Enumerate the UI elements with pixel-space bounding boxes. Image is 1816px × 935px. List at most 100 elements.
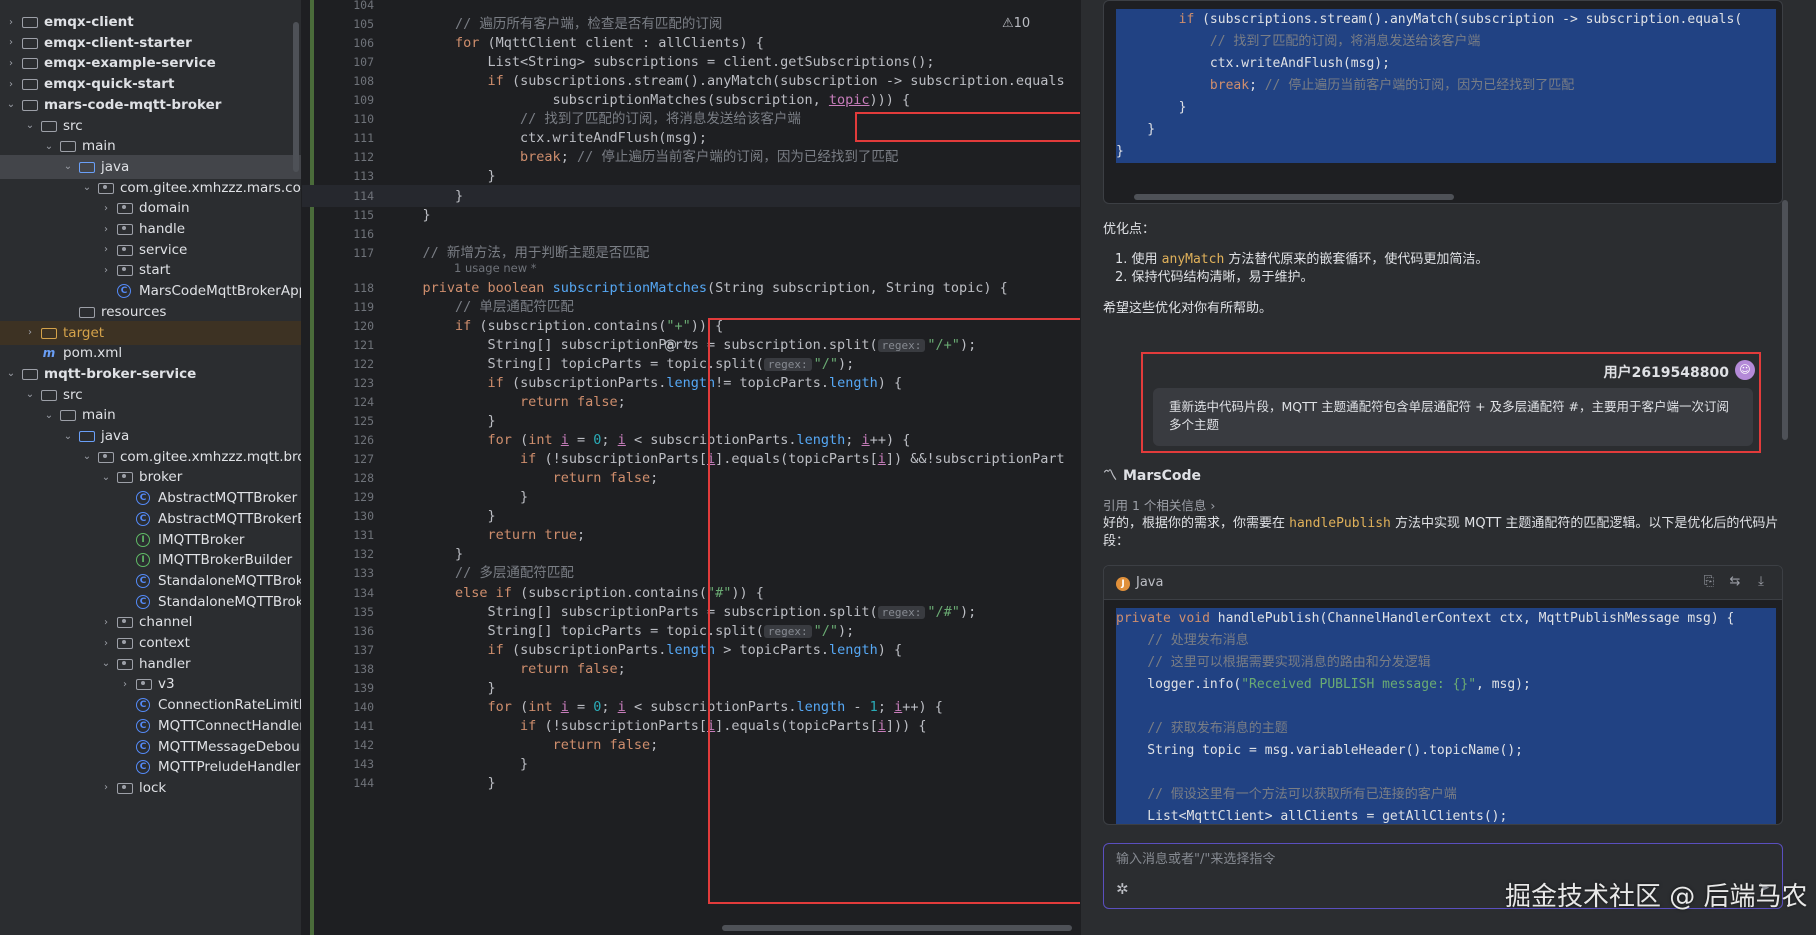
chevron-down-icon[interactable]: ⌄ bbox=[4, 368, 18, 379]
code-line: break; // 停止遍历当前客户端的订阅，因为已经找到了匹配 bbox=[1116, 75, 1776, 97]
insert-icon[interactable]: ⤓ bbox=[1752, 574, 1770, 592]
tree-item-label: com.gitee.xmhzzz.mqtt.broke bbox=[120, 448, 302, 465]
package-icon bbox=[98, 450, 114, 464]
tree-item-label: emqx-client bbox=[44, 14, 134, 30]
reference-info-link[interactable]: 引用 1 个相关信息 › bbox=[1103, 495, 1215, 514]
folder-icon bbox=[79, 429, 95, 443]
class-icon: C bbox=[136, 511, 152, 526]
tree-item-label: mqtt-broker-service bbox=[44, 365, 197, 382]
tree-item-label: MQTTMessageDebounc bbox=[158, 738, 302, 755]
code-line: ctx.writeAndFlush(msg); bbox=[1116, 53, 1776, 75]
folder-icon bbox=[60, 139, 76, 153]
chevron-right-icon[interactable]: › bbox=[118, 679, 132, 690]
package-icon bbox=[117, 615, 133, 629]
class-icon: C bbox=[136, 718, 152, 733]
code-text: // 找到了匹配的订阅，将消息发送给该客户端 bbox=[1209, 34, 1481, 49]
chevron-right-icon[interactable]: › bbox=[4, 17, 18, 28]
code-text: } bbox=[1116, 122, 1156, 137]
folder-icon bbox=[41, 388, 57, 402]
tree-item-label: ConnectionRateLimitHa bbox=[158, 697, 302, 714]
chevron-right-icon[interactable]: › bbox=[99, 782, 113, 793]
chevron-right-icon[interactable]: › bbox=[4, 37, 18, 48]
tree-item-label: main bbox=[82, 138, 116, 155]
chevron-down-icon[interactable]: ⌄ bbox=[4, 99, 18, 110]
tree-item-label: StandaloneMQTTBroker bbox=[158, 572, 302, 589]
tree-item-label: context bbox=[139, 635, 190, 651]
chevron-down-icon[interactable]: ⌄ bbox=[80, 451, 94, 462]
line-number: 117 bbox=[353, 245, 374, 260]
chevron-right-icon[interactable]: › bbox=[4, 58, 18, 69]
chat-scrollbar[interactable] bbox=[1782, 200, 1788, 440]
chevron-down-icon[interactable]: ⌄ bbox=[61, 161, 75, 172]
code-horizontal-scrollbar[interactable] bbox=[1134, 194, 1454, 200]
package-icon bbox=[117, 263, 133, 277]
code-line[interactable]: 117 // 新增方法，用于判断主题是否匹配 bbox=[302, 242, 1080, 264]
code-block-header: J Java ⎘ ⇆ ⤓ bbox=[1104, 566, 1782, 600]
code-language: Java bbox=[1136, 575, 1164, 590]
gutter-icons[interactable]: @ 〃 bbox=[664, 334, 694, 353]
tree-item-label: channel bbox=[139, 614, 193, 631]
package-icon bbox=[117, 657, 133, 671]
user-avatar[interactable]: ☺ bbox=[1735, 360, 1755, 380]
tree-scrollbar[interactable] bbox=[293, 22, 299, 172]
code-line: logger.info("Received PUBLISH message: {… bbox=[1116, 674, 1776, 696]
code-text: // 这里可以根据需要实现消息的路由和分发逻辑 bbox=[1147, 655, 1431, 670]
tree-item-label: emqx-example-service bbox=[44, 55, 216, 72]
chevron-right-icon[interactable]: › bbox=[23, 327, 37, 338]
tree-item-label: emqx-client-starter bbox=[44, 34, 192, 51]
copy-icon[interactable]: ⎘ bbox=[1700, 574, 1718, 592]
chevron-right-icon[interactable]: › bbox=[99, 638, 113, 649]
folder-icon bbox=[22, 367, 38, 381]
code-text: List<MqttClient> allClients = getAllClie… bbox=[1116, 809, 1508, 824]
chevron-right-icon[interactable]: › bbox=[99, 244, 113, 255]
project-tree: › emqx-client › emqx-client-starter › emqx-ex… bbox=[0, 0, 302, 935]
code-line: } bbox=[1116, 97, 1776, 119]
chevron-right-icon[interactable]: › bbox=[99, 224, 113, 235]
chevron-right-icon[interactable]: › bbox=[99, 617, 113, 628]
tree-item-label: emqx-quick-start bbox=[44, 76, 175, 93]
chevron-down-icon[interactable]: ⌄ bbox=[23, 120, 37, 131]
java-icon: J bbox=[1116, 577, 1130, 591]
class-icon: C bbox=[117, 284, 133, 299]
code-line: List<MqttClient> allClients = getAllClie… bbox=[1116, 806, 1776, 824]
answer-code-ref: handlePublish bbox=[1289, 516, 1391, 531]
chat-input[interactable] bbox=[1116, 852, 1756, 867]
code-text: } bbox=[1116, 144, 1124, 159]
package-icon bbox=[117, 222, 133, 236]
folder-icon bbox=[79, 305, 95, 319]
chevron-down-icon[interactable]: ⌄ bbox=[80, 182, 94, 193]
code-line: // 处理发布消息 bbox=[1116, 630, 1776, 652]
sparkle-icon[interactable]: ✲ bbox=[1116, 880, 1129, 898]
diff-icon[interactable]: ⇆ bbox=[1726, 574, 1744, 592]
chevron-down-icon[interactable]: ⌄ bbox=[99, 658, 113, 669]
interface-icon: I bbox=[136, 553, 152, 568]
tree-item-lock[interactable]: › lock bbox=[0, 776, 301, 800]
chevron-down-icon[interactable]: ⌄ bbox=[42, 141, 56, 152]
previous-code-block: if (subscriptions.stream().anyMatch(subs… bbox=[1103, 0, 1783, 204]
code-text: } bbox=[390, 775, 496, 791]
tree-item-label: handler bbox=[139, 655, 191, 672]
code-line: // 这里可以根据需要实现消息的路由和分发逻辑 bbox=[1116, 652, 1776, 674]
code-line: String topic = msg.variableHeader().topi… bbox=[1116, 740, 1776, 762]
tree-item-label: v3 bbox=[158, 676, 175, 693]
code-editor[interactable]: 104 105 // 遍历所有客户端，检查是否有匹配的订阅 106 for (Mqt… bbox=[302, 0, 1080, 935]
chevron-down-icon[interactable]: ⌄ bbox=[61, 431, 75, 442]
package-icon bbox=[117, 781, 133, 795]
user-message: 重新选中代码片段，MQTT 主题通配符包含单层通配符 + 及多层通配符 #，主要… bbox=[1153, 388, 1753, 446]
chevron-right-icon[interactable]: › bbox=[99, 203, 113, 214]
warnings-indicator[interactable]: ⚠10 bbox=[1002, 16, 1030, 31]
folder-icon bbox=[22, 77, 38, 91]
editor-horizontal-scrollbar[interactable] bbox=[722, 925, 1072, 931]
tree-item-label: domain bbox=[139, 200, 190, 217]
chevron-down-icon[interactable]: ⌄ bbox=[23, 389, 37, 400]
interface-icon: I bbox=[136, 532, 152, 547]
chevron-right-icon[interactable]: › bbox=[99, 265, 113, 276]
code-text: logger.info("Received PUBLISH message: {… bbox=[1116, 677, 1531, 692]
chevron-down-icon[interactable]: ⌄ bbox=[42, 410, 56, 421]
code-line bbox=[1116, 762, 1776, 784]
highlight-box-line-109 bbox=[855, 112, 1080, 142]
usage-hint[interactable]: 1 usage new * bbox=[454, 261, 537, 275]
chevron-right-icon[interactable]: › bbox=[4, 79, 18, 90]
chevron-down-icon[interactable]: ⌄ bbox=[99, 472, 113, 483]
folder-icon bbox=[41, 119, 57, 133]
